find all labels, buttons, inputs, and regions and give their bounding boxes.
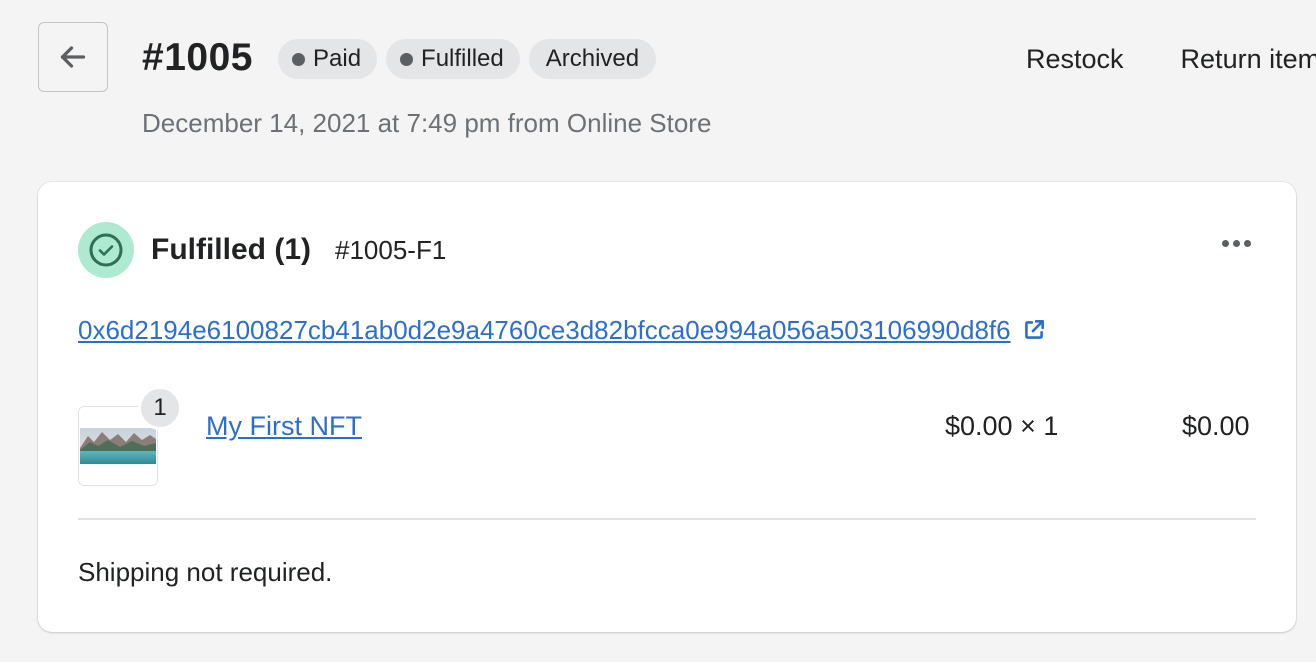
status-badge-paid: Paid <box>278 39 378 79</box>
status-badge-fulfilled: Fulfilled <box>386 39 520 79</box>
line-total: $0.00 <box>1182 411 1250 441</box>
header-actions: Restock Return items <box>1026 40 1316 78</box>
quantity-badge: 1 <box>138 386 182 430</box>
restock-button[interactable]: Restock <box>1026 40 1124 78</box>
badge-label: Archived <box>545 45 640 72</box>
status-badges: Paid Fulfilled Archived <box>278 39 657 79</box>
transaction-hash-link[interactable]: 0x6d2194e6100827cb41ab0d2e9a4760ce3d82bf… <box>78 312 1011 348</box>
status-dot-icon <box>400 52 414 66</box>
return-items-button[interactable]: Return items <box>1181 40 1316 78</box>
product-name-link[interactable]: My First NFT <box>206 408 362 444</box>
horizontal-dots-icon <box>1232 239 1240 247</box>
arrow-left-icon <box>60 46 86 68</box>
horizontal-dots-icon <box>1221 239 1229 247</box>
status-dot-icon <box>292 52 305 66</box>
order-number: #1005 <box>142 36 253 79</box>
badge-label: Paid <box>313 45 362 72</box>
fulfillment-status-title: Fulfilled (1) <box>151 233 311 266</box>
order-date-source: December 14, 2021 at 7:49 pm from Online… <box>142 108 712 138</box>
more-actions-button[interactable] <box>1214 228 1258 258</box>
fulfillment-id: #1005-F1 <box>335 235 447 265</box>
check-circle-icon <box>78 222 134 278</box>
divider <box>78 518 1256 520</box>
external-link-icon[interactable] <box>1021 317 1047 343</box>
mountain-lake-image <box>80 428 156 464</box>
back-button[interactable] <box>38 22 108 92</box>
fulfillment-card: Fulfilled (1) #1005-F1 0x6d2194e6100827c… <box>38 182 1296 632</box>
unit-price: $0.00 × 1 <box>945 411 1059 441</box>
shipping-note: Shipping not required. <box>78 557 333 587</box>
horizontal-dots-icon <box>1243 239 1251 247</box>
status-badge-archived: Archived <box>528 39 657 79</box>
transaction-link-row: 0x6d2194e6100827cb41ab0d2e9a4760ce3d82bf… <box>78 312 1047 348</box>
badge-label: Fulfilled <box>421 45 504 72</box>
order-page: #1005 Paid Fulfilled Archived Restock Re… <box>0 0 1316 662</box>
